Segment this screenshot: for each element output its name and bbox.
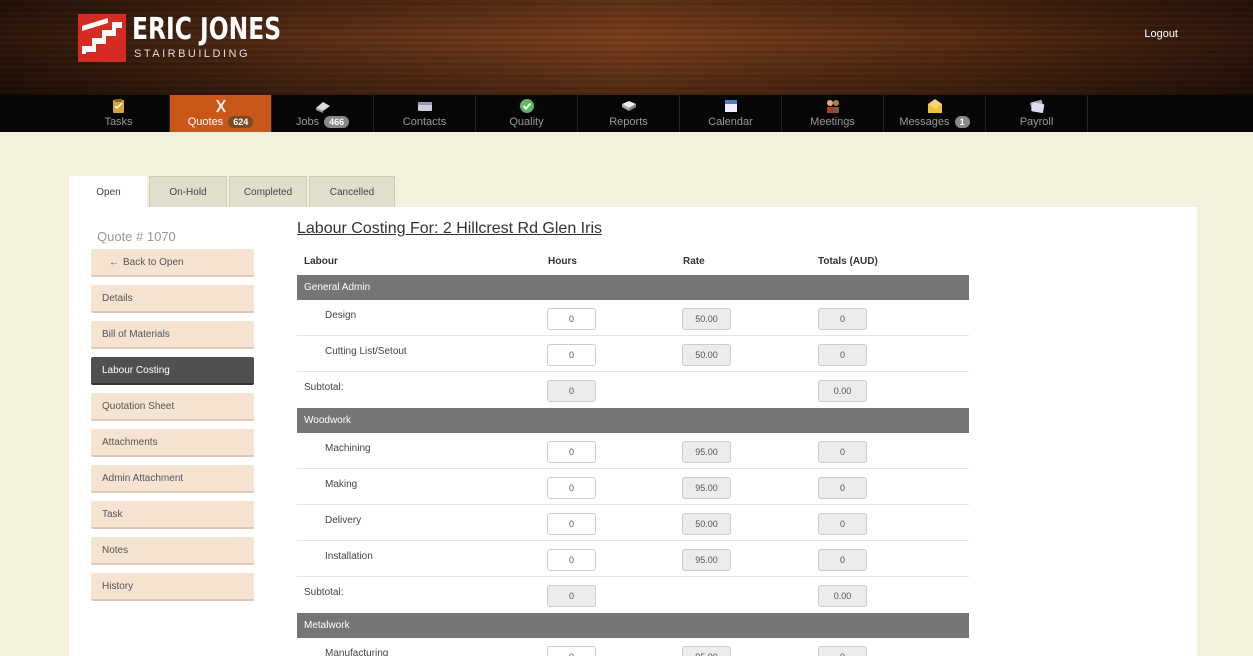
main-nav: Tasks Quotes 624 Jobs 466 Contacts Quali… <box>0 95 1253 132</box>
quotes-icon <box>216 99 226 113</box>
machining-total-field <box>818 441 867 463</box>
sidebar-item-labour-costing[interactable]: Labour Costing <box>91 357 254 385</box>
sidebar-item-bill-of-materials[interactable]: Bill of Materials <box>91 321 254 349</box>
nav-item-contacts[interactable]: Contacts <box>374 95 476 132</box>
table-row: Cutting List/Setout <box>297 336 969 372</box>
nav-item-quotes[interactable]: Quotes 624 <box>170 95 272 132</box>
reports-icon <box>622 101 636 111</box>
making-rate-field <box>682 477 731 499</box>
contacts-icon <box>418 102 432 111</box>
making-total-field <box>818 477 867 499</box>
sidebar-item-details[interactable]: Details <box>91 285 254 313</box>
sidebar-item-history[interactable]: History <box>91 573 254 601</box>
tab-open[interactable]: Open <box>70 176 147 207</box>
quote-number: Quote # 1070 <box>97 229 176 244</box>
table-header: Labour Hours Rate Totals (AUD) <box>297 247 969 275</box>
jobs-icon <box>316 102 330 113</box>
table-row: Installation <box>297 541 969 577</box>
main-panel: Quote # 1070 ← Back to Open Details Bill … <box>70 207 1197 656</box>
table-row: Delivery <box>297 505 969 541</box>
labour-costing-table: Labour Hours Rate Totals (AUD) General A… <box>297 247 969 656</box>
installation-total-field <box>818 549 867 571</box>
nav-item-reports[interactable]: Reports <box>578 95 680 132</box>
arrow-left-icon: ← <box>109 257 119 268</box>
quality-check-icon <box>520 99 534 113</box>
sidebar-item-admin-attachment[interactable]: Admin Attachment <box>91 465 254 493</box>
design-rate-field <box>682 308 731 330</box>
nav-item-jobs[interactable]: Jobs 466 <box>272 95 374 132</box>
logout-link[interactable]: Logout <box>1144 28 1178 40</box>
design-hours-input[interactable] <box>547 308 596 330</box>
group-header-metalwork: Metalwork <box>297 613 969 638</box>
tab-completed[interactable]: Completed <box>229 176 307 207</box>
nav-item-calendar[interactable]: Calendar <box>680 95 782 132</box>
meetings-icon <box>827 100 839 113</box>
delivery-rate-field <box>682 513 731 535</box>
sidebar-menu: ← Back to Open Details Bill of Materials … <box>91 249 254 609</box>
col-header-labour: Labour <box>304 256 338 267</box>
col-header-rate: Rate <box>683 256 705 267</box>
manufacturing-rate-field <box>682 646 731 656</box>
messages-icon <box>928 99 942 113</box>
delivery-total-field <box>818 513 867 535</box>
jobs-count-badge: 466 <box>324 116 350 128</box>
general-admin-subtotal-hours <box>547 380 596 402</box>
company-logo[interactable]: ERIC JONES STAIRBUILDING <box>78 12 282 62</box>
table-row: Manufacturing <box>297 638 969 656</box>
group-header-woodwork: Woodwork <box>297 408 969 433</box>
tab-on-hold[interactable]: On-Hold <box>149 176 227 207</box>
subtotal-row: Subtotal: <box>297 372 969 408</box>
quote-status-tabs: Open On-Hold Completed Cancelled <box>70 176 397 207</box>
sidebar-item-notes[interactable]: Notes <box>91 537 254 565</box>
manufacturing-total-field <box>818 646 867 656</box>
group-header-general-admin: General Admin <box>297 275 969 300</box>
table-row: Machining <box>297 433 969 469</box>
cutting-list-total-field <box>818 344 867 366</box>
page-title: Labour Costing For: 2 Hillcrest Rd Glen … <box>297 220 602 237</box>
cutting-list-rate-field <box>682 344 731 366</box>
installation-hours-input[interactable] <box>547 549 596 571</box>
nav-item-payroll[interactable]: Payroll <box>986 95 1088 132</box>
logo-name: ERIC JONES <box>132 12 282 47</box>
messages-count-badge: 1 <box>954 116 970 128</box>
sidebar-item-attachments[interactable]: Attachments <box>91 429 254 457</box>
design-total-field <box>818 308 867 330</box>
payroll-icon <box>1030 99 1045 113</box>
making-hours-input[interactable] <box>547 477 596 499</box>
nav-item-messages[interactable]: Messages 1 <box>884 95 986 132</box>
nav-item-tasks[interactable]: Tasks <box>68 95 170 132</box>
nav-item-quality[interactable]: Quality <box>476 95 578 132</box>
installation-rate-field <box>682 549 731 571</box>
general-admin-subtotal-total <box>818 380 867 402</box>
calendar-icon <box>725 100 737 112</box>
col-header-totals: Totals (AUD) <box>818 256 878 267</box>
table-row: Making <box>297 469 969 505</box>
sidebar-item-task[interactable]: Task <box>91 501 254 529</box>
stairs-logo-icon <box>78 14 126 62</box>
machining-hours-input[interactable] <box>547 441 596 463</box>
delivery-hours-input[interactable] <box>547 513 596 535</box>
woodwork-subtotal-hours <box>547 585 596 607</box>
nav-item-meetings[interactable]: Meetings <box>782 95 884 132</box>
app-header: ERIC JONES STAIRBUILDING Logout <box>0 0 1253 95</box>
tasks-icon <box>113 99 124 113</box>
sidebar-item-quotation-sheet[interactable]: Quotation Sheet <box>91 393 254 421</box>
subtotal-row: Subtotal: <box>297 577 969 613</box>
manufacturing-hours-input[interactable] <box>547 646 596 656</box>
table-row: Design <box>297 300 969 336</box>
quotes-count-badge: 624 <box>228 116 254 128</box>
cutting-list-hours-input[interactable] <box>547 344 596 366</box>
tab-cancelled[interactable]: Cancelled <box>309 176 395 207</box>
back-to-open-button[interactable]: ← Back to Open <box>91 249 254 277</box>
col-header-hours: Hours <box>548 256 577 267</box>
logo-subtitle: STAIRBUILDING <box>134 48 251 60</box>
machining-rate-field <box>682 441 731 463</box>
woodwork-subtotal-total <box>818 585 867 607</box>
